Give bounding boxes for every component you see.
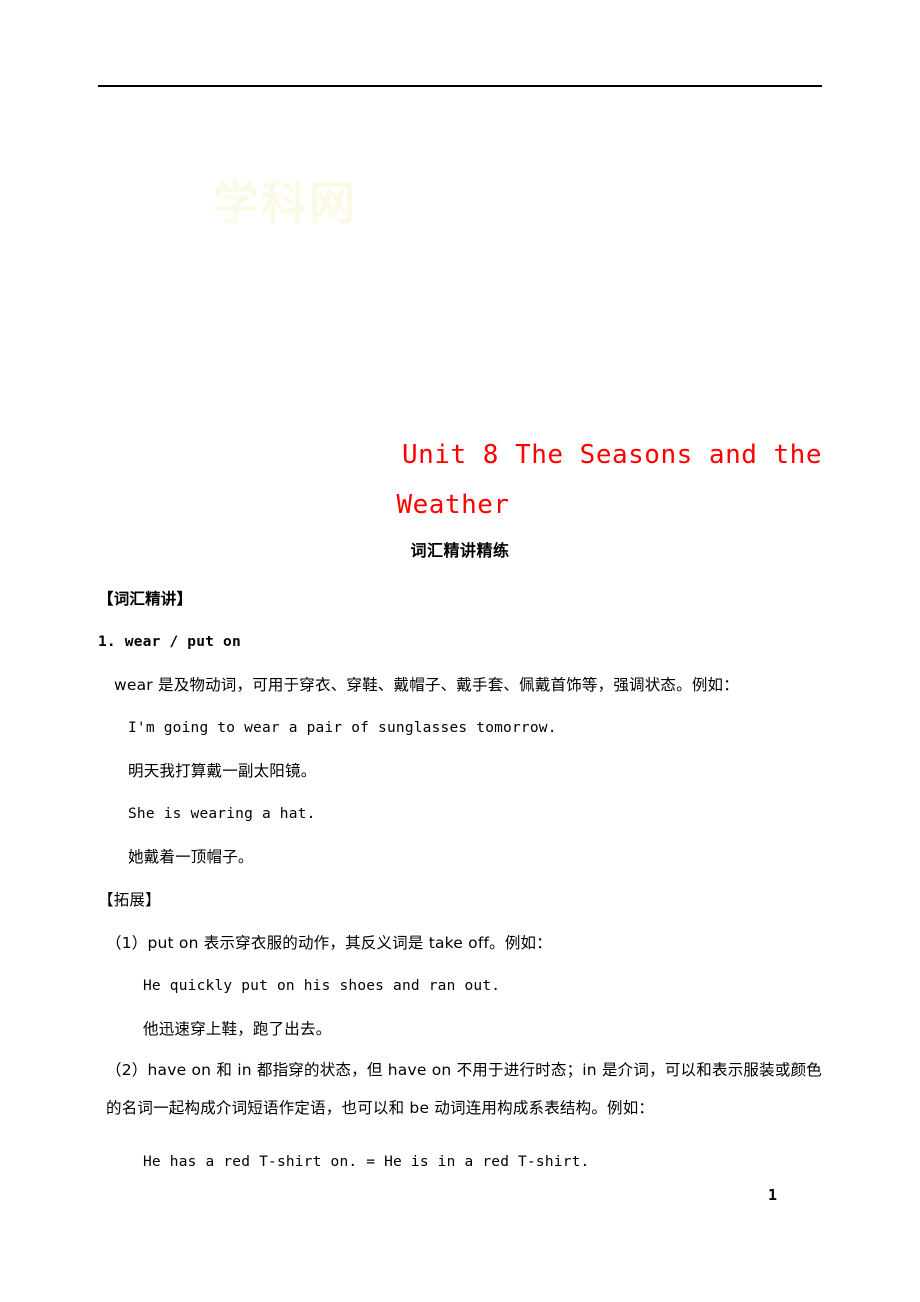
page-subtitle: 词汇精讲精练: [410, 541, 510, 560]
example-sentence-sunglasses-zh: 明天我打算戴一副太阳镜。: [128, 762, 317, 780]
example-sentence-hat-en: She is wearing a hat.: [128, 806, 316, 822]
header-rule-divider: [98, 85, 822, 87]
page-title: Unit 8 The Seasons and the Weather: [98, 430, 822, 530]
section-heading-extension: 【拓展】: [98, 891, 161, 909]
example-sentence-tshirt-en: He has a red T-shirt on. = He is in a re…: [143, 1154, 590, 1170]
watermark-text: 学科网: [213, 176, 357, 230]
example-sentence-shoes-en: He quickly put on his shoes and ran out.: [143, 978, 501, 994]
explanation-line-wear: wear 是及物动词，可用于穿衣、穿鞋、戴帽子、戴手套、佩戴首饰等，强调状态。例…: [114, 676, 739, 694]
page-number: 1: [768, 1186, 778, 1204]
page-title-line-2: Weather: [396, 490, 510, 520]
watermark-logo: 学科网: [140, 125, 430, 340]
example-sentence-sunglasses-en: I'm going to wear a pair of sunglasses t…: [128, 720, 557, 736]
document-page: 学科网 Unit 8 The Seasons and the Weather 词…: [0, 0, 920, 1302]
example-sentence-shoes-zh: 他迅速穿上鞋，跑了出去。: [143, 1020, 332, 1038]
page-title-line-1: Unit 8 The Seasons and the: [402, 440, 822, 470]
extension-item-1: （1）put on 表示穿衣服的动作，其反义词是 take off。例如：: [106, 934, 552, 952]
section-heading-vocab: 【词汇精讲】: [98, 590, 193, 608]
entry-number-1: 1. wear / put on: [98, 634, 241, 650]
example-sentence-hat-zh: 她戴着一顶帽子。: [128, 848, 254, 866]
extension-item-2: （2）have on 和 in 都指穿的状态，但 have on 不用于进行时态…: [106, 1061, 822, 1117]
document-body: 【词汇精讲】 1. wear / put on wear 是及物动词，可用于穿衣…: [98, 578, 822, 1184]
